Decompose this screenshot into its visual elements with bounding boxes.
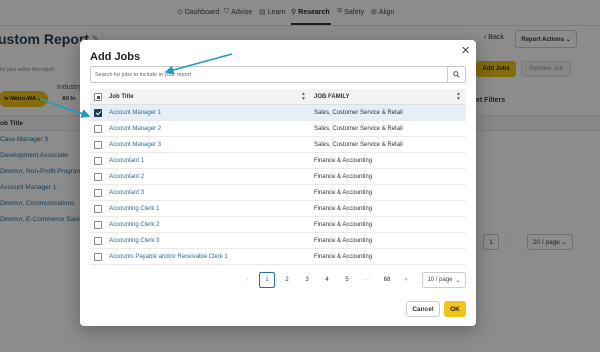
- page-button[interactable]: 5: [339, 272, 355, 288]
- job-row-checkbox[interactable]: [94, 237, 102, 245]
- job-title-link[interactable]: Accountant 1: [109, 158, 144, 164]
- job-row-checkbox[interactable]: [94, 221, 102, 229]
- pagination: ‹ 1 2 3 4 5 ··· 68 › 10 / page ⌄: [80, 272, 476, 290]
- job-row[interactable]: Accounts Payable and/or Receivable Clerk…: [90, 249, 466, 265]
- job-row[interactable]: Accounting Clerk 1 Finance & Accounting: [90, 201, 466, 217]
- job-family-cell: Sales, Customer Service & Retail: [314, 142, 403, 148]
- job-title-link[interactable]: Account Manager 3: [109, 142, 161, 148]
- page-button[interactable]: 1: [259, 272, 275, 288]
- job-family-cell: Finance & Accounting: [314, 158, 373, 164]
- job-row[interactable]: Account Manager 1 Sales, Customer Service…: [90, 105, 466, 121]
- job-title-link[interactable]: Accounts Payable and/or Receivable Clerk…: [109, 254, 228, 260]
- column-job-title[interactable]: Job Title: [109, 94, 134, 100]
- ok-button[interactable]: OK: [444, 301, 466, 317]
- column-job-family[interactable]: JOB FAMILY: [314, 94, 349, 100]
- job-row[interactable]: Accounting Clerk 3 Finance & Accounting: [90, 233, 466, 249]
- page-button[interactable]: 2: [279, 272, 295, 288]
- job-row-checkbox[interactable]: [94, 189, 102, 197]
- add-jobs-modal: Add Jobs ✕ Job Title ▲▼ JOB FAMILY ▲▼ Ac…: [80, 40, 476, 326]
- job-title-link[interactable]: Account Manager 1: [109, 110, 161, 116]
- search-button[interactable]: [447, 67, 465, 82]
- page-button[interactable]: 4: [319, 272, 335, 288]
- job-row-checkbox[interactable]: [94, 125, 102, 133]
- job-search-input[interactable]: [91, 67, 449, 82]
- chevron-down-icon: ⌄: [455, 277, 461, 284]
- job-row[interactable]: Account Manager 2 Sales, Customer Service…: [90, 121, 466, 137]
- next-page-button[interactable]: ›: [398, 272, 414, 288]
- job-row[interactable]: Accountant 1 Finance & Accounting: [90, 153, 466, 169]
- modal-title: Add Jobs: [90, 51, 141, 63]
- job-family-cell: Sales, Customer Service & Retail: [314, 126, 403, 132]
- close-icon[interactable]: ✕: [461, 44, 470, 57]
- job-title-link[interactable]: Accountant 3: [109, 190, 144, 196]
- job-title-link[interactable]: Accountant 2: [109, 174, 144, 180]
- job-family-cell: Finance & Accounting: [314, 190, 373, 196]
- job-family-cell: Finance & Accounting: [314, 238, 373, 244]
- job-row-checkbox[interactable]: [94, 109, 102, 117]
- job-row[interactable]: Account Manager 3 Sales, Customer Service…: [90, 137, 466, 153]
- job-family-cell: Sales, Customer Service & Retail: [314, 110, 403, 116]
- sort-icon[interactable]: ▲ ▼: [301, 92, 306, 102]
- page-size-select[interactable]: 10 / page ⌄: [422, 272, 466, 288]
- page-button[interactable]: 3: [299, 272, 315, 288]
- job-family-cell: Finance & Accounting: [314, 254, 373, 260]
- job-search: [90, 66, 466, 83]
- search-icon: [453, 71, 460, 78]
- page-size-value: 10 / page: [427, 277, 453, 283]
- job-row[interactable]: Accountant 2 Finance & Accounting: [90, 169, 466, 185]
- pagination-ellipsis[interactable]: ···: [359, 272, 375, 288]
- job-title-link[interactable]: Accounting Clerk 1: [109, 206, 159, 212]
- job-row-checkbox[interactable]: [94, 141, 102, 149]
- job-family-cell: Finance & Accounting: [314, 206, 373, 212]
- job-title-link[interactable]: Account Manager 2: [109, 126, 161, 132]
- prev-page-button[interactable]: ‹: [239, 272, 255, 288]
- select-all-checkbox[interactable]: [94, 93, 102, 101]
- job-row[interactable]: Accountant 3 Finance & Accounting: [90, 185, 466, 201]
- cancel-button[interactable]: Cancel: [406, 301, 440, 317]
- job-row-checkbox[interactable]: [94, 173, 102, 181]
- jobs-table-header: Job Title ▲ ▼ JOB FAMILY ▲ ▼: [90, 89, 466, 105]
- job-family-cell: Finance & Accounting: [314, 222, 373, 228]
- job-title-link[interactable]: Accounting Clerk 3: [109, 238, 159, 244]
- sort-icon[interactable]: ▲ ▼: [456, 92, 461, 102]
- job-title-link[interactable]: Accounting Clerk 2: [109, 222, 159, 228]
- page-button[interactable]: 68: [379, 272, 395, 288]
- job-family-cell: Finance & Accounting: [314, 174, 373, 180]
- job-row-checkbox[interactable]: [94, 157, 102, 165]
- job-row-checkbox[interactable]: [94, 205, 102, 213]
- job-row[interactable]: Accounting Clerk 2 Finance & Accounting: [90, 217, 466, 233]
- job-row-checkbox[interactable]: [94, 253, 102, 261]
